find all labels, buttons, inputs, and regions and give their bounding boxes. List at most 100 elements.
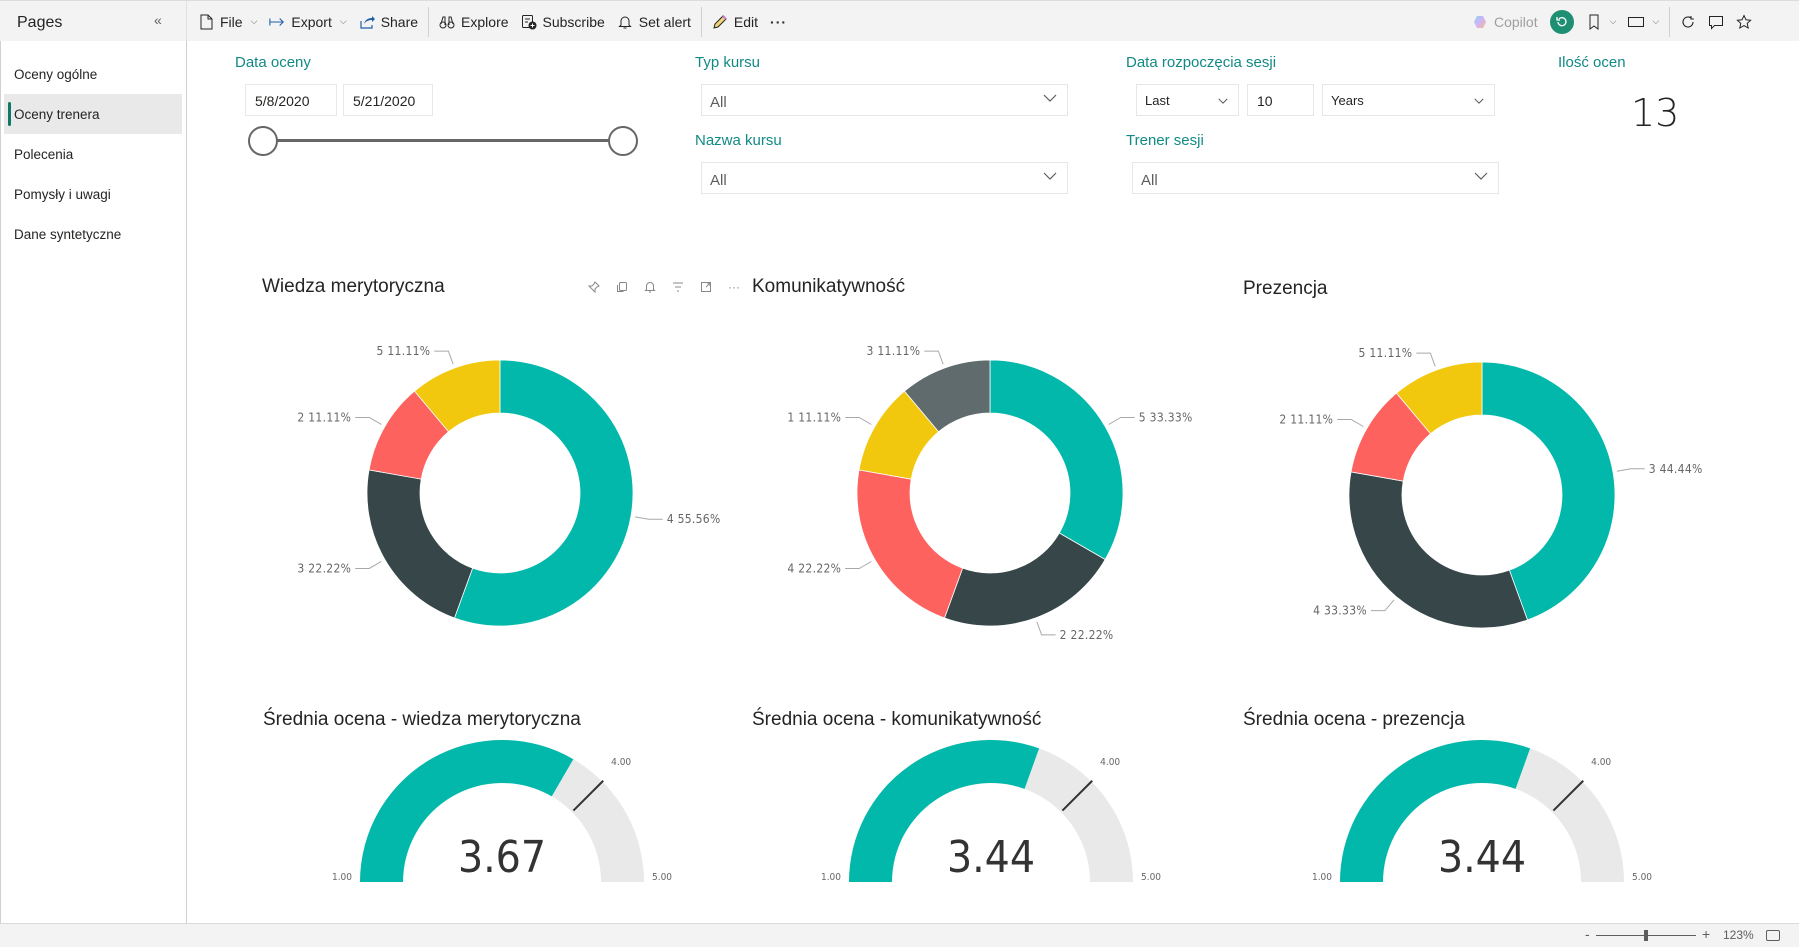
comments-button[interactable] [1702,7,1730,37]
donut-slice-4 [1348,471,1529,629]
data-label: 5 11.11% [1358,346,1412,360]
zoom-slider-thumb[interactable] [1644,930,1648,941]
bookmark-icon [1586,14,1602,30]
copilot-button[interactable]: Copilot [1466,7,1544,37]
donut-slice-2 [943,532,1106,627]
donut-slice-3 [366,469,474,619]
collapse-pages-button[interactable]: « [154,12,162,28]
comment-icon [1708,14,1724,30]
subscribe-icon [521,14,537,30]
zoom-out-button[interactable]: - [1585,926,1590,942]
pencil-icon [712,14,728,30]
file-label: File [220,13,243,30]
gauge-max-label: 5.00 [1141,872,1161,883]
more-icon: ··· [770,13,788,30]
page-tab-label: Oceny trenera [14,106,100,122]
data-label: 2 22.22% [1060,628,1114,642]
data-label: 3 44.44% [1649,462,1703,476]
page-tab-oceny-trenera[interactable]: Oceny trenera [4,94,182,134]
chevron-down-icon: ⌵ [1652,16,1660,26]
leader-line [1370,599,1395,612]
leader-line [1416,352,1436,367]
leader-line [924,350,944,365]
toolbar-right-actions: Copilot ⌵ ⌵ [1466,1,1758,42]
toolbar-actions: File ⌵ Export ⌵ Share Explore Subscribe … [192,1,793,42]
favorite-button[interactable] [1730,7,1758,37]
reset-icon [1549,9,1574,34]
data-label: 2 11.11% [297,410,351,424]
gauge-value-label: 3.44 [947,832,1035,883]
page-tab-label: Polecenia [14,146,74,162]
chevron-down-icon: ⌵ [250,16,258,26]
more-options-button[interactable]: ··· [764,7,793,37]
page-tab-pomysly-i-uwagi[interactable]: Pomysły i uwagi [4,174,182,214]
set-alert-button[interactable]: Set alert [611,7,697,37]
subscribe-button[interactable]: Subscribe [515,7,611,37]
edit-label: Edit [733,13,759,30]
status-bar: - + 123% [0,923,1799,947]
bookmark-button[interactable]: ⌵ [1580,7,1623,37]
top-toolbar: Pages « File ⌵ Export ⌵ Share Explore Su… [0,0,1799,42]
copilot-label: Copilot [1494,13,1538,30]
gauge-min-label: 1.00 [1312,872,1332,883]
refresh-button[interactable] [1674,7,1702,37]
view-rectangle-icon [1628,14,1645,30]
leader-line [845,417,872,425]
view-button[interactable]: ⌵ [1622,7,1665,37]
document-icon [198,14,214,30]
export-arrow-icon [269,14,285,30]
fit-to-page-icon[interactable] [1766,930,1780,941]
bell-icon [617,14,633,30]
page-tab-label: Pomysły i uwagi [14,186,111,202]
refresh-icon [1680,14,1696,30]
data-label: 3 22.22% [297,561,351,575]
subscribe-label: Subscribe [542,13,605,30]
leader-line [1108,417,1135,425]
data-label: 4 22.22% [787,562,841,576]
gauge-max-label: 5.00 [652,872,672,883]
gauge-target-label: 4.00 [1591,757,1611,768]
zoom-level: 123% [1723,928,1754,942]
leader-line [634,516,663,520]
report-canvas: Data oceny 5/8/2020 5/21/2020 Typ kursu … [188,41,1799,923]
page-tab-polecenia[interactable]: Polecenia [4,134,182,174]
file-menu-button[interactable]: File ⌵ [192,7,263,37]
toolbar-divider [1669,6,1671,37]
donut-slice-4 [856,469,964,619]
page-tab-dane-syntetyczne[interactable]: Dane syntetyczne [4,214,182,254]
data-label: 4 33.33% [1313,604,1367,618]
copilot-icon [1472,14,1488,30]
leader-line [845,561,872,569]
edit-button[interactable]: Edit [706,7,764,37]
page-tab-label: Oceny ogólne [14,66,98,82]
gauge-max-label: 5.00 [1632,872,1652,883]
leader-line [1337,419,1364,427]
explore-label: Explore [461,13,509,30]
binoculars-icon [439,14,455,30]
gauge-target-label: 4.00 [611,757,631,768]
gauge-value-label: 3.44 [1438,832,1526,883]
leader-line [355,561,382,569]
gauge-value-label: 3.67 [458,832,546,883]
star-icon [1736,13,1753,30]
explore-button[interactable]: Explore [433,7,514,37]
toolbar-divider [700,6,702,37]
zoom-in-button[interactable]: + [1702,926,1710,942]
reset-button[interactable] [1544,7,1580,37]
data-label: 5 33.33% [1139,411,1193,425]
donut-slice-5 [989,359,1124,561]
page-tab-label: Dane syntetyczne [14,226,122,242]
pages-title: Pages [17,14,63,31]
leader-line [1616,468,1645,472]
export-menu-button[interactable]: Export ⌵ [263,7,352,37]
leader-line [355,416,382,425]
share-button[interactable]: Share [353,7,424,37]
chevron-down-icon: ⌵ [1609,16,1617,26]
gauge-min-label: 1.00 [332,872,352,883]
double-chevron-left-icon: « [154,12,162,28]
data-label: 3 11.11% [866,344,920,358]
data-label: 4 55.56% [667,512,721,526]
page-tab-oceny-ogolne[interactable]: Oceny ogólne [4,54,182,94]
charts-layer: 4 55.56% 3 22.22% 2 11.11% 5 11.11% 5 33.33%… [297,344,1703,883]
leader-line [434,350,454,365]
